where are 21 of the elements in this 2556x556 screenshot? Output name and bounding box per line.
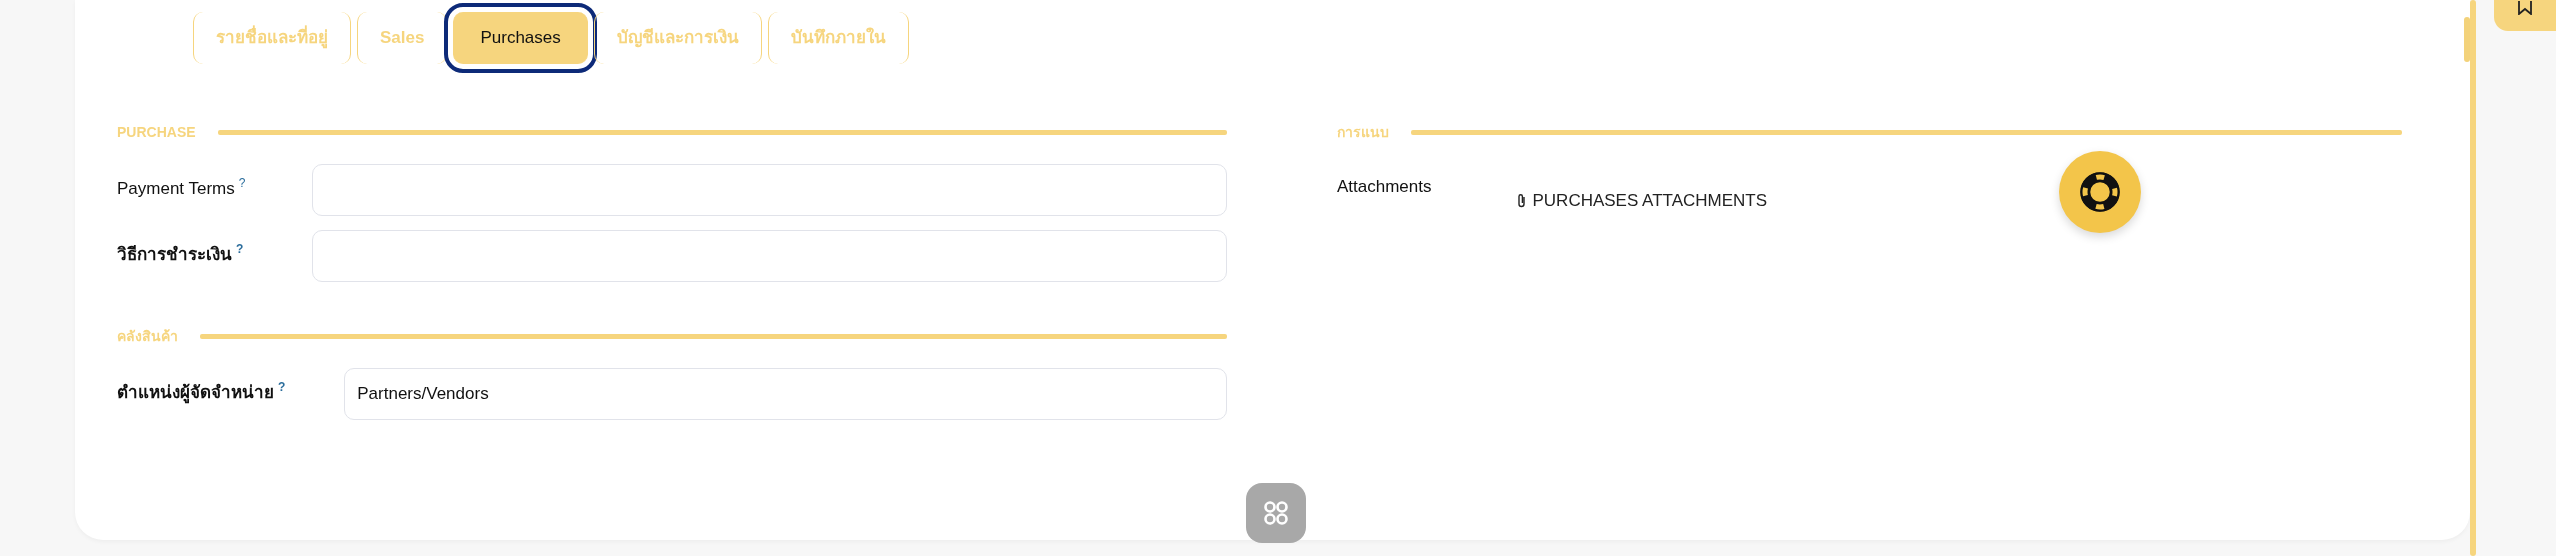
apps-button[interactable]	[1246, 483, 1306, 543]
field-label: Payment Terms	[117, 178, 235, 198]
scrollbar-thumb[interactable]	[2464, 17, 2470, 62]
field-label: ตำแหน่งผู้จัดจำหน่าย	[117, 382, 274, 402]
help-link[interactable]: ?	[278, 380, 286, 394]
help-link[interactable]: ?	[238, 176, 246, 190]
attachments-link[interactable]: PURCHASES ATTACHMENTS	[1515, 164, 1768, 214]
input-field[interactable]	[311, 230, 1227, 282]
section-title: PURCHASE	[117, 122, 196, 142]
help-link[interactable]: ?	[236, 242, 244, 256]
help-button[interactable]	[2059, 151, 2141, 233]
field-label: วิธีการชำระเงิน	[117, 244, 232, 264]
lifebuoy-icon	[2080, 172, 2120, 212]
bookmark-icon	[2517, 1, 2533, 15]
apps-icon	[1262, 499, 1290, 527]
paperclip-icon	[1515, 193, 1527, 209]
input-field[interactable]	[311, 164, 1227, 216]
field-label: Attachments	[1337, 176, 1432, 198]
section-title: คลังสินค้า	[117, 326, 178, 346]
input-field[interactable]: Partners/Vendors	[344, 368, 1227, 420]
section-title: การแนบ	[1337, 122, 1389, 142]
